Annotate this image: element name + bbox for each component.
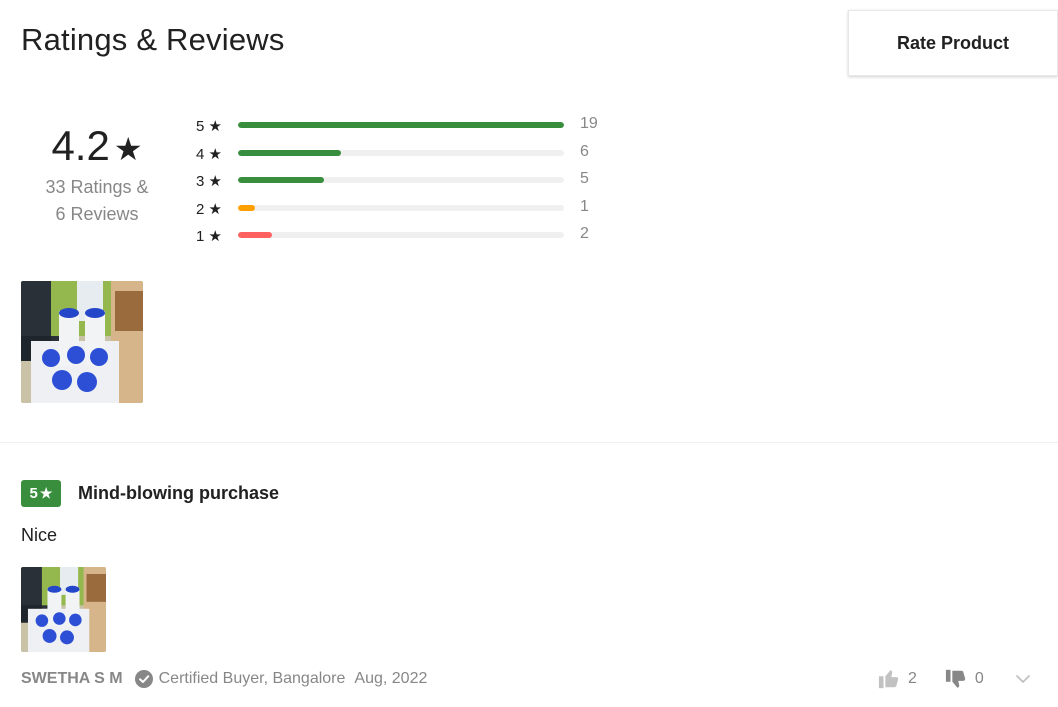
chevron-down-icon[interactable] [1014,670,1032,688]
certified-buyer-text: Certified Buyer, Bangalore [158,670,346,687]
review-product-photo [21,567,106,652]
review-rating-value: 5 [29,485,38,502]
thumbs-up-icon[interactable] [878,668,900,690]
dislike-count: 0 [974,670,984,687]
rate-product-button[interactable]: Rate Product [848,10,1058,76]
review-photo-thumbnail[interactable] [21,567,106,652]
ratings-header-title: Ratings & Reviews [21,22,285,57]
review-star-icon: ★ [39,485,53,501]
rating-bar-count: 19 [580,115,598,132]
section-divider [0,442,1058,443]
rating-bar-label: 1 ★ [196,228,222,245]
rating-bar-label: 3 ★ [196,173,222,190]
rating-bar-count: 1 [580,197,589,215]
product-photo [21,281,143,403]
like-count: 2 [908,670,917,687]
rating-bar-fill [238,177,324,183]
rating-bar-count: 6 [580,142,589,160]
customer-photo-thumbnail[interactable] [21,281,143,403]
rating-bar-row: 4 ★ 6 [196,142,616,170]
rating-bar-row: 1 ★ 2 [196,224,616,252]
thumbs-down-icon[interactable] [945,668,967,690]
check-circle-icon [134,670,153,688]
rating-bar-fill [238,204,256,211]
review-date: Aug, 2022 [354,670,428,687]
review-title: Mind-blowing purchase [78,483,279,503]
rating-distribution: 5 ★ 19 4 ★ 6 3 ★ 5 2 ★ 1 1 ★ 2 [196,114,616,252]
review-body: Nice [21,525,58,545]
average-rating-summary: 4.2 ★ 33 Ratings & 6 Reviews [21,120,173,228]
rating-bar-count: 2 [580,225,589,242]
review-author-row: SWETHA S M Certified Buyer, Bangalore Au… [21,668,427,690]
rating-bar-track [238,204,564,211]
rating-bar-row: 2 ★ 1 [196,197,616,225]
rating-bar-label: 2 ★ [196,200,222,218]
ratings-count: 33 Ratings & [45,177,149,197]
rating-bar-track [238,149,564,156]
average-rating-value: 4.2 [51,122,110,169]
review-rating-badge: 5 ★ [21,480,61,507]
rating-bar-fill [238,232,273,238]
rating-bar-row: 5 ★ 19 [196,114,616,142]
rating-bar-count: 5 [580,170,589,187]
rating-bar-track [238,177,564,183]
rating-bar-fill [238,149,342,156]
rating-bar-track [238,122,564,128]
rating-bar-label: 4 ★ [196,145,222,163]
rating-bar-row: 3 ★ 5 [196,169,616,197]
rating-bar-track [238,232,564,238]
reviews-count: 6 Reviews [55,204,139,224]
rating-bar-fill [238,122,564,128]
average-rating-star-icon: ★ [113,131,143,167]
review-actions: 2 0 [878,665,1032,693]
rating-bar-label: 5 ★ [196,118,222,135]
review-author-name: SWETHA S M [21,670,123,687]
